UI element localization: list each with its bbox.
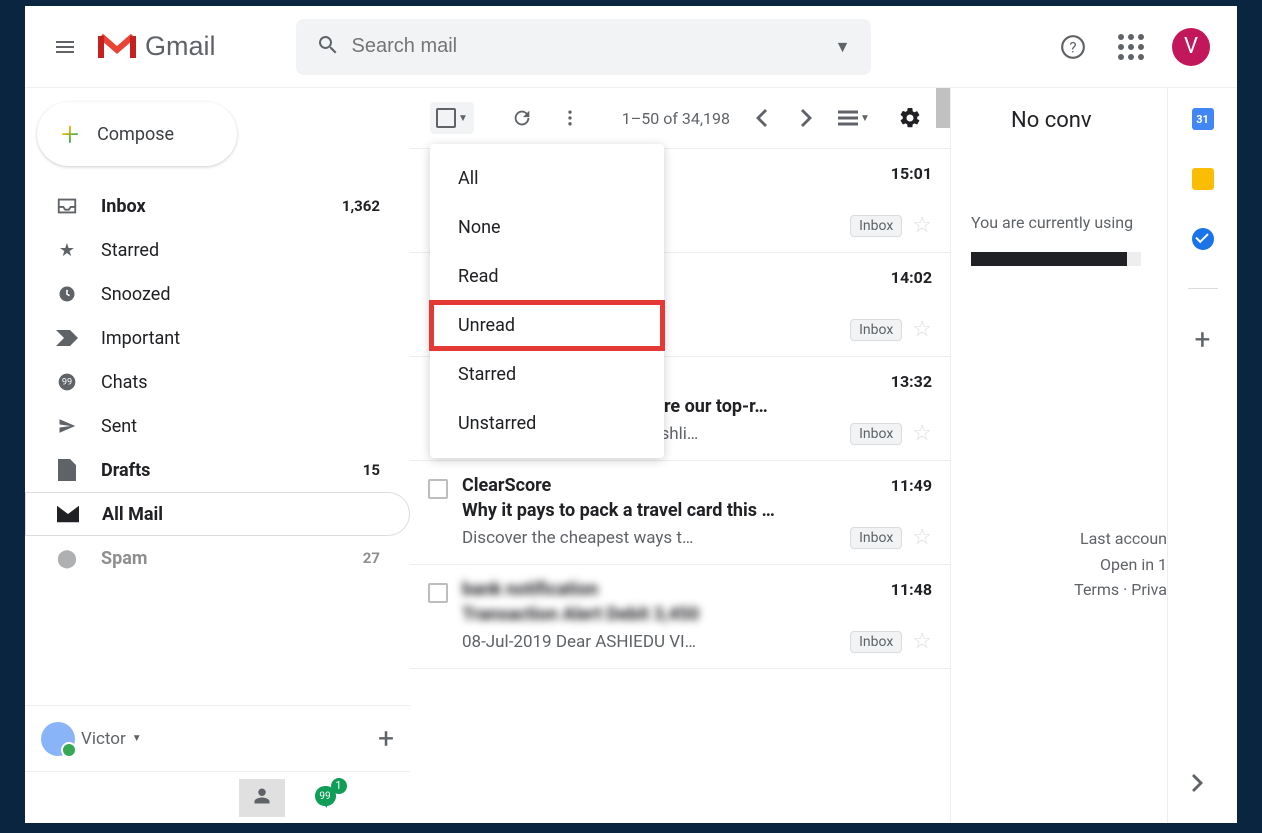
get-addons-button[interactable]: + — [1191, 327, 1215, 351]
sidebar-item-inbox[interactable]: Inbox 1,362 — [25, 184, 410, 228]
plus-icon: + — [61, 115, 79, 153]
mail-icon — [56, 505, 80, 523]
dropdown-item-all[interactable]: All — [430, 154, 664, 203]
sidebar-item-spam[interactable]: ⬤ Spam 27 — [25, 536, 410, 580]
header: Gmail ▼ ? V — [25, 6, 1237, 88]
select-all-dropdown[interactable]: ▼ — [430, 102, 474, 134]
dropdown-item-unstarred[interactable]: Unstarred — [430, 399, 664, 448]
star-icon[interactable]: ☆ — [912, 213, 932, 238]
checkbox-icon — [436, 108, 456, 128]
gmail-logo[interactable]: Gmail — [97, 31, 216, 62]
sent-icon — [55, 417, 79, 435]
preview-pane: No conv You are currently using Last acc… — [951, 88, 1167, 823]
svg-text:99: 99 — [319, 791, 330, 802]
search-box[interactable]: ▼ — [296, 19, 871, 75]
newer-button[interactable] — [750, 98, 774, 138]
compose-button[interactable]: + Compose — [37, 102, 237, 166]
refresh-button[interactable] — [502, 98, 542, 138]
older-button[interactable] — [794, 98, 818, 138]
preview-footer: Last accoun Open in 1 Terms · Priva — [971, 526, 1167, 603]
email-row[interactable]: ClearScore11:49 Why it pays to pack a tr… — [410, 461, 950, 565]
chevron-left-icon — [756, 109, 768, 127]
important-icon — [55, 330, 79, 346]
new-conversation-button[interactable]: + — [378, 722, 394, 755]
account-avatar[interactable]: V — [1169, 25, 1213, 69]
settings-button[interactable] — [890, 98, 930, 138]
star-icon: ★ — [55, 240, 79, 261]
star-icon[interactable]: ☆ — [912, 525, 932, 550]
main-menu-button[interactable] — [41, 23, 89, 71]
compose-label: Compose — [97, 124, 174, 145]
clock-icon — [55, 284, 79, 304]
caret-down-icon: ▼ — [860, 113, 870, 124]
help-icon: ? — [1060, 34, 1086, 60]
caret-down-icon: ▼ — [458, 113, 468, 124]
dropdown-item-none[interactable]: None — [430, 203, 664, 252]
star-icon[interactable]: ☆ — [912, 421, 932, 446]
more-vert-icon — [560, 108, 580, 128]
email-row[interactable]: bank notification11:48 Transaction Alert… — [410, 565, 950, 669]
list-toolbar: ▼ 1–50 of 34,198 — [410, 88, 950, 148]
preview-title: No conv — [1011, 108, 1167, 133]
storage-info: You are currently using — [971, 213, 1167, 232]
sidebar-item-snoozed[interactable]: Snoozed — [25, 272, 410, 316]
dropdown-item-read[interactable]: Read — [430, 252, 664, 301]
email-checkbox[interactable] — [428, 479, 448, 499]
more-button[interactable] — [550, 98, 590, 138]
search-options-dropdown-icon[interactable]: ▼ — [823, 37, 863, 57]
sidebar-item-important[interactable]: Important — [25, 316, 410, 360]
svg-text:?: ? — [1069, 38, 1076, 56]
chat-icon: 99 — [55, 372, 79, 392]
calendar-addon[interactable]: 31 — [1192, 108, 1214, 130]
chevron-right-icon — [800, 109, 812, 127]
sidebar-item-sent[interactable]: Sent — [25, 404, 410, 448]
keep-addon[interactable] — [1192, 168, 1214, 190]
email-list-column: ▼ 1–50 of 34,198 — [410, 88, 951, 823]
hangouts-badge: 1 — [331, 778, 347, 794]
tasks-addon[interactable] — [1192, 228, 1214, 250]
pager-range[interactable]: 1–50 of 34,198 — [622, 109, 730, 128]
inbox-icon — [55, 195, 79, 217]
hangouts-contacts-tab[interactable] — [239, 779, 285, 817]
sidebar-item-starred[interactable]: ★ Starred — [25, 228, 410, 272]
star-icon[interactable]: ☆ — [912, 317, 932, 342]
select-dropdown-menu: All None Read Unread Starred Unstarred — [430, 144, 664, 458]
spam-icon: ⬤ — [55, 548, 79, 569]
storage-bar — [971, 252, 1141, 266]
refresh-icon — [511, 107, 533, 129]
hangouts-chats-tab[interactable]: 99 1 — [313, 784, 337, 812]
svg-text:99: 99 — [62, 378, 72, 388]
star-icon[interactable]: ☆ — [912, 629, 932, 654]
gear-icon — [898, 106, 922, 130]
user-avatar-icon — [41, 722, 75, 756]
sidebar-item-chats[interactable]: 99 Chats — [25, 360, 410, 404]
support-button[interactable]: ? — [1053, 27, 1093, 67]
gmail-logo-text: Gmail — [145, 31, 216, 62]
email-checkbox[interactable] — [428, 583, 448, 603]
person-icon — [253, 787, 271, 805]
gmail-m-icon — [97, 32, 137, 62]
sidebar: + Compose Inbox 1,362 ★ Starred Snoozed — [25, 88, 410, 823]
caret-down-icon: ▼ — [132, 733, 142, 744]
sidebar-item-drafts[interactable]: Drafts 15 — [25, 448, 410, 492]
apps-grid-icon — [1118, 34, 1144, 60]
dropdown-item-starred[interactable]: Starred — [430, 350, 664, 399]
hangouts-user[interactable]: Victor ▼ — [41, 722, 142, 756]
hangouts-panel: Victor ▼ + — [25, 705, 410, 771]
list-icon — [838, 110, 858, 126]
drafts-icon — [55, 459, 79, 481]
dropdown-item-unread[interactable]: Unread — [430, 301, 664, 350]
google-apps-button[interactable] — [1111, 27, 1151, 67]
search-icon[interactable] — [304, 33, 352, 61]
split-pane-button[interactable]: ▼ — [838, 98, 870, 138]
search-input[interactable] — [352, 35, 823, 58]
sidebar-item-all-mail[interactable]: All Mail — [25, 492, 410, 536]
side-panel: 31 + — [1167, 88, 1237, 823]
